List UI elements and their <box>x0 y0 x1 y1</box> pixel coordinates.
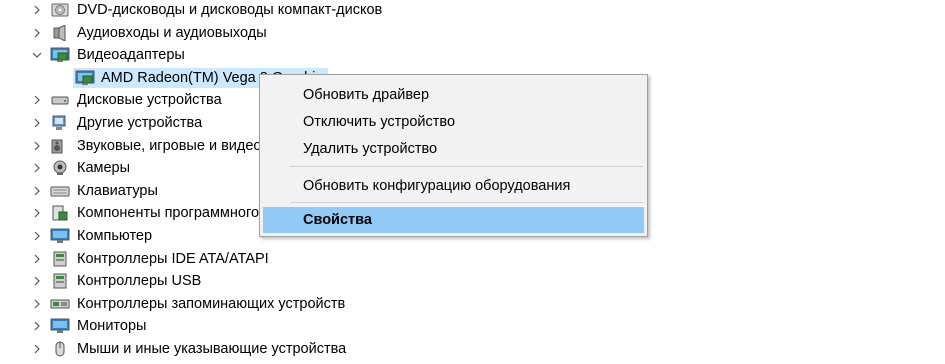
chevron-right-icon[interactable] <box>30 338 44 360</box>
tree-item-dvd-drives[interactable]: DVD-дисководы и дисководы компакт-дисков <box>0 0 945 22</box>
tree-item-label: Контроллеры USB <box>77 273 202 290</box>
menu-item-label: Обновить конфигурацию оборудования <box>303 178 571 194</box>
usb-controller-icon <box>50 273 70 289</box>
tree-item-storage-controllers[interactable]: Контроллеры запоминающих устройств <box>0 293 945 316</box>
tree-item-label: Компьютер <box>77 227 153 244</box>
tree-item-label: Камеры <box>77 160 131 177</box>
tree-item-label: Видеоадаптеры <box>77 47 185 64</box>
tree-item-label: Контроллеры IDE ATA/ATAPI <box>77 250 269 267</box>
tree-item-audio-io[interactable]: Аудиовходы и аудиовыходы <box>0 22 945 45</box>
monitor-icon <box>50 318 70 334</box>
software-component-icon <box>50 205 70 221</box>
menu-item-label: Обновить драйвер <box>303 87 430 103</box>
chevron-right-icon[interactable] <box>30 202 44 224</box>
menu-item-label: Свойства <box>303 212 372 228</box>
chevron-right-icon[interactable] <box>30 248 44 270</box>
tree-item-label: Аудиовходы и аудиовыходы <box>77 24 267 41</box>
context-menu: Обновить драйвер Отключить устройство Уд… <box>259 74 648 237</box>
chevron-right-icon[interactable] <box>30 180 44 202</box>
sound-device-icon <box>50 138 70 154</box>
disk-drive-icon <box>50 92 70 108</box>
chevron-right-icon[interactable] <box>30 225 44 247</box>
tree-item-usb-controllers[interactable]: Контроллеры USB <box>0 270 945 293</box>
tree-item-label: Клавиатуры <box>77 182 158 199</box>
tree-item-mice[interactable]: Мыши и иные указывающие устройства <box>0 338 945 361</box>
tree-item-label: Дисковые устройства <box>77 92 222 109</box>
computer-icon <box>50 228 70 244</box>
chevron-right-icon[interactable] <box>30 157 44 179</box>
menu-separator <box>290 202 643 203</box>
menu-item-label: Отключить устройство <box>303 114 456 130</box>
mouse-icon <box>50 341 70 357</box>
chevron-right-icon[interactable] <box>30 0 44 21</box>
ide-controller-icon <box>50 251 70 267</box>
other-devices-icon <box>50 115 70 131</box>
tree-item-ide-controllers[interactable]: Контроллеры IDE ATA/ATAPI <box>0 248 945 271</box>
storage-controller-icon <box>50 296 70 312</box>
menu-separator <box>290 166 643 167</box>
chevron-right-icon[interactable] <box>30 112 44 134</box>
properties-menu-item[interactable]: Свойства <box>263 207 644 233</box>
uninstall-device-menu-item[interactable]: Удалить устройство <box>260 136 647 162</box>
display-adapter-icon <box>50 47 70 63</box>
tree-item-label: Контроллеры запоминающих устройств <box>77 295 346 312</box>
tree-item-label: Мыши и иные указывающие устройства <box>77 340 347 357</box>
tree-item-label: Мониторы <box>77 318 147 335</box>
menu-item-label: Удалить устройство <box>303 141 438 157</box>
dvd-drive-icon <box>50 2 70 18</box>
tree-item-label: Другие устройства <box>77 114 203 131</box>
tree-item-monitors[interactable]: Мониторы <box>0 315 945 338</box>
chevron-right-icon[interactable] <box>30 89 44 111</box>
scan-hardware-changes-menu-item[interactable]: Обновить конфигурацию оборудования <box>260 173 647 199</box>
chevron-right-icon[interactable] <box>30 135 44 157</box>
chevron-right-icon[interactable] <box>30 270 44 292</box>
audio-io-icon <box>50 23 70 42</box>
chevron-right-icon[interactable] <box>30 22 44 44</box>
tree-item-label: DVD-дисководы и дисководы компакт-дисков <box>77 2 383 18</box>
display-adapter-icon <box>75 70 95 86</box>
camera-icon <box>50 160 70 176</box>
update-driver-menu-item[interactable]: Обновить драйвер <box>260 82 647 108</box>
chevron-right-icon[interactable] <box>30 315 44 337</box>
keyboard-icon <box>50 183 70 199</box>
disable-device-menu-item[interactable]: Отключить устройство <box>260 109 647 135</box>
chevron-down-icon[interactable] <box>30 44 44 66</box>
chevron-right-icon[interactable] <box>30 293 44 315</box>
tree-item-display-adapters[interactable]: Видеоадаптеры <box>0 44 945 67</box>
